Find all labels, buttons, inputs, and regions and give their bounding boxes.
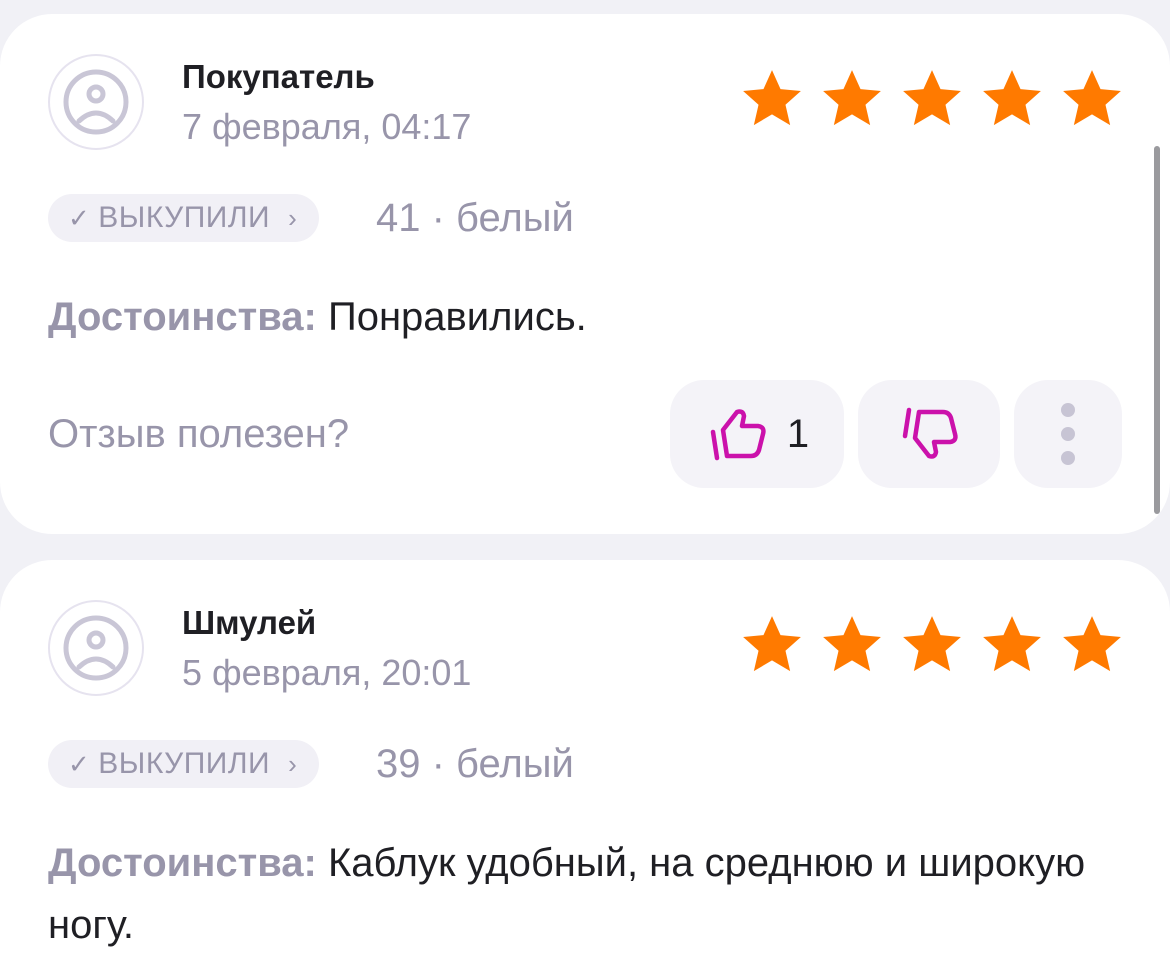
review-card: Шмулей 5 февраля, 20:01 ✓ ВЫКУПИЛИ › 39 … — [0, 560, 1170, 980]
avatar — [48, 600, 144, 696]
pros-text: Понравились. — [316, 295, 587, 339]
star-icon — [983, 70, 1041, 126]
scrollbar[interactable] — [1154, 146, 1160, 514]
check-icon: ✓ — [68, 748, 91, 779]
sad-face-icon — [63, 69, 129, 135]
avatar — [48, 54, 144, 150]
purchased-badge[interactable]: ✓ ВЫКУПИЛИ › — [48, 194, 320, 242]
reviewer-name: Шмулей — [182, 604, 317, 641]
check-icon: ✓ — [68, 202, 91, 233]
more-vertical-icon — [1061, 403, 1075, 465]
like-count: 1 — [786, 411, 810, 456]
purchased-badge[interactable]: ✓ ВЫКУПИЛИ › — [48, 740, 320, 788]
review-pros: Достоинства: Понравились. — [48, 286, 1098, 348]
purchased-badge-label: ВЫКУПИЛИ — [98, 201, 271, 234]
star-icon — [903, 70, 961, 126]
more-options-button[interactable] — [1014, 380, 1122, 488]
star-icon — [1063, 616, 1121, 672]
star-icon — [983, 616, 1041, 672]
like-button[interactable]: 1 — [670, 380, 844, 488]
dislike-button[interactable] — [858, 380, 1000, 488]
star-icon — [823, 70, 881, 126]
rating-stars — [738, 66, 1126, 132]
review-card: Покупатель 7 февраля, 04:17 ✓ ВЫКУПИЛИ ›… — [0, 14, 1170, 534]
star-icon — [743, 70, 801, 126]
pros-label: Достоинства: — [48, 295, 317, 339]
star-icon — [903, 616, 961, 672]
star-icon — [1063, 70, 1121, 126]
rating-stars — [738, 612, 1126, 678]
reviewer-name: Покупатель — [182, 58, 375, 95]
star-icon — [823, 616, 881, 672]
review-pros: Достоинства: Каблук удобный, на среднюю … — [48, 832, 1098, 956]
thumbs-down-icon — [902, 407, 958, 459]
product-variant: 41 · белый — [376, 196, 574, 240]
product-variant: 39 · белый — [376, 742, 574, 786]
review-date: 5 февраля, 20:01 — [182, 652, 472, 693]
review-date: 7 февраля, 04:17 — [182, 106, 472, 147]
star-icon — [743, 616, 801, 672]
thumbs-up-icon — [710, 409, 766, 461]
pros-label: Достоинства: — [48, 841, 317, 885]
chevron-right-icon: › — [288, 748, 298, 779]
purchased-badge-label: ВЫКУПИЛИ — [98, 747, 271, 780]
chevron-right-icon: › — [288, 202, 298, 233]
sad-face-icon — [63, 615, 129, 681]
helpful-question: Отзыв полезен? — [48, 412, 350, 456]
